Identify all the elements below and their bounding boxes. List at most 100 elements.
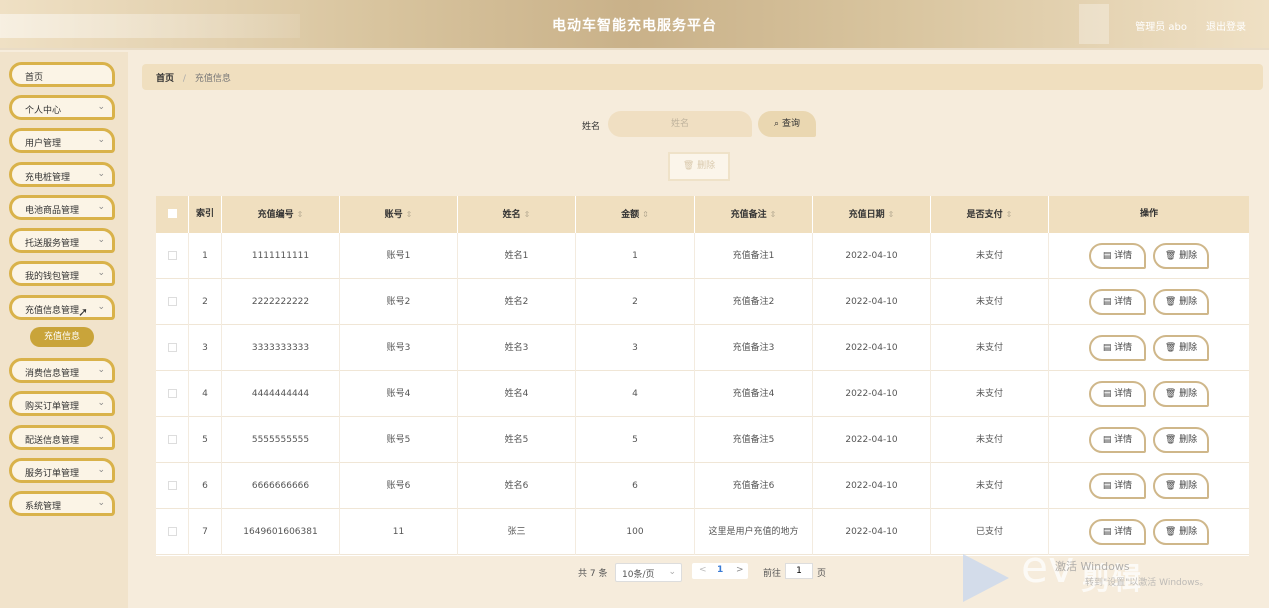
col-account-label: 账号 bbox=[384, 210, 403, 220]
detail-button[interactable]: ▤ 详情 bbox=[1089, 473, 1146, 499]
cell-amount: 3 bbox=[576, 325, 695, 371]
col-date[interactable]: 充值日期 ⇕ bbox=[813, 196, 931, 233]
page-number-current[interactable]: 1 bbox=[717, 565, 723, 575]
sidebar-item-label: 电池商品管理 bbox=[25, 206, 80, 216]
row-checkbox[interactable] bbox=[167, 343, 177, 352]
sidebar-subitem-recharge-info[interactable]: 充值信息 bbox=[30, 327, 94, 347]
detail-button[interactable]: ▤ 详情 bbox=[1089, 289, 1146, 315]
cell-account: 账号5 bbox=[340, 417, 458, 463]
cell-name: 姓名5 bbox=[458, 417, 576, 463]
chevron-down-icon: ⌄ bbox=[97, 398, 105, 408]
detail-button[interactable]: ▤ 详情 bbox=[1089, 335, 1146, 361]
sidebar-item-recharge[interactable]: 充值信息管理 ⌄ bbox=[9, 295, 115, 320]
app-title: 电动车智能充电服务平台 bbox=[552, 18, 717, 34]
delete-button[interactable]: 🗑 删除 bbox=[1153, 381, 1209, 407]
detail-button[interactable]: ▤ 详情 bbox=[1089, 381, 1146, 407]
table-row: 4 4444444444 账号4 姓名4 4 充值备注4 2022-04-10 未支付 ▤ 详情… bbox=[156, 371, 1249, 417]
select-all-checkbox[interactable] bbox=[167, 209, 177, 218]
search-button[interactable]: ⌕ 查询 bbox=[758, 111, 816, 137]
col-note[interactable]: 充值备注 ⇕ bbox=[695, 196, 813, 233]
sort-icon[interactable]: ⇕ bbox=[406, 210, 413, 219]
sidebar-item-delivery-service[interactable]: 托送服务管理 ⌄ bbox=[9, 228, 115, 253]
cell-name: 姓名1 bbox=[458, 233, 576, 279]
row-select-cell bbox=[156, 509, 189, 555]
sidebar-item-wallet[interactable]: 我的钱包管理 ⌄ bbox=[9, 261, 115, 286]
row-select-cell bbox=[156, 371, 189, 417]
search-label: 姓名 bbox=[582, 122, 601, 132]
col-date-label: 充值日期 bbox=[848, 210, 885, 220]
chevron-down-icon: ⌄ bbox=[97, 498, 105, 508]
sort-icon[interactable]: ⇕ bbox=[770, 210, 777, 219]
cell-name: 姓名4 bbox=[458, 371, 576, 417]
delete-button[interactable]: 🗑 删除 bbox=[1153, 473, 1209, 499]
prev-page-button[interactable]: < bbox=[699, 565, 707, 575]
sidebar-item-home[interactable]: 首页 bbox=[9, 62, 115, 87]
sort-icon[interactable]: ⇕ bbox=[1006, 210, 1013, 219]
sidebar-item-system[interactable]: 系统管理 ⌄ bbox=[9, 491, 115, 516]
cell-paid: 未支付 bbox=[931, 371, 1049, 417]
sort-icon[interactable]: ⇕ bbox=[642, 210, 649, 219]
sidebar-item-profile[interactable]: 个人中心 ⌄ bbox=[9, 95, 115, 120]
cell-index: 7 bbox=[189, 509, 222, 555]
delete-button[interactable]: 🗑 删除 bbox=[1153, 427, 1209, 453]
cell-code: 1649601606381 bbox=[222, 509, 340, 555]
goto-page-input[interactable] bbox=[785, 563, 813, 579]
delete-button[interactable]: 🗑 删除 bbox=[1153, 289, 1209, 315]
detail-button[interactable]: ▤ 详情 bbox=[1089, 519, 1146, 545]
chevron-down-icon: ⌄ bbox=[97, 235, 105, 245]
cell-code: 6666666666 bbox=[222, 463, 340, 509]
logout-link[interactable]: 退出登录 bbox=[1206, 18, 1246, 33]
cell-note: 充值备注2 bbox=[695, 279, 813, 325]
row-checkbox[interactable] bbox=[167, 389, 177, 398]
row-checkbox[interactable] bbox=[167, 251, 177, 260]
sidebar-item-label: 消费信息管理 bbox=[25, 369, 80, 379]
row-checkbox[interactable] bbox=[167, 435, 177, 444]
cell-paid: 未支付 bbox=[931, 463, 1049, 509]
batch-delete-button[interactable]: 🗑 删除 bbox=[668, 152, 730, 181]
cell-account: 账号3 bbox=[340, 325, 458, 371]
cell-date: 2022-04-10 bbox=[813, 509, 931, 555]
delete-button[interactable]: 🗑 删除 bbox=[1153, 519, 1209, 545]
col-note-label: 充值备注 bbox=[730, 210, 767, 220]
sidebar-item-consumption[interactable]: 消费信息管理 ⌄ bbox=[9, 358, 115, 383]
sidebar-item-delivery-info[interactable]: 配送信息管理 ⌄ bbox=[9, 425, 115, 450]
search-input[interactable] bbox=[608, 111, 752, 137]
sidebar-item-battery-products[interactable]: 电池商品管理 ⌄ bbox=[9, 195, 115, 220]
sort-icon[interactable]: ⇕ bbox=[888, 210, 895, 219]
chevron-down-icon: ⌄ bbox=[97, 465, 105, 475]
cell-note: 这里是用户充值的地方 bbox=[695, 509, 813, 555]
detail-button[interactable]: ▤ 详情 bbox=[1089, 427, 1146, 453]
next-page-button[interactable]: > bbox=[736, 565, 744, 575]
row-checkbox[interactable] bbox=[167, 527, 177, 536]
page-size-value: 10条/页 bbox=[622, 570, 655, 580]
sidebar-item-label: 个人中心 bbox=[25, 106, 62, 116]
row-checkbox[interactable] bbox=[167, 297, 177, 306]
cell-index: 3 bbox=[189, 325, 222, 371]
cell-name: 张三 bbox=[458, 509, 576, 555]
cell-index: 6 bbox=[189, 463, 222, 509]
sidebar-item-chargers[interactable]: 充电桩管理 ⌄ bbox=[9, 162, 115, 187]
sidebar-item-users[interactable]: 用户管理 ⌄ bbox=[9, 128, 115, 153]
col-name[interactable]: 姓名 ⇕ bbox=[458, 196, 576, 233]
cell-note: 充值备注5 bbox=[695, 417, 813, 463]
cell-date: 2022-04-10 bbox=[813, 279, 931, 325]
col-paid[interactable]: 是否支付 ⇕ bbox=[931, 196, 1049, 233]
sort-icon[interactable]: ⇕ bbox=[297, 210, 304, 219]
table-row: 5 5555555555 账号5 姓名5 5 充值备注5 2022-04-10 未支付 ▤ 详情… bbox=[156, 417, 1249, 463]
sidebar-item-purchase-orders[interactable]: 购买订单管理 ⌄ bbox=[9, 391, 115, 416]
breadcrumb-home[interactable]: 首页 bbox=[156, 74, 174, 84]
cell-date: 2022-04-10 bbox=[813, 325, 931, 371]
cell-date: 2022-04-10 bbox=[813, 417, 931, 463]
sort-icon[interactable]: ⇕ bbox=[524, 210, 531, 219]
row-checkbox[interactable] bbox=[167, 481, 177, 490]
detail-button[interactable]: ▤ 详情 bbox=[1089, 243, 1146, 269]
cell-date: 2022-04-10 bbox=[813, 233, 931, 279]
sidebar-item-service-orders[interactable]: 服务订单管理 ⌄ bbox=[9, 458, 115, 483]
col-code[interactable]: 充值编号 ⇕ bbox=[222, 196, 340, 233]
cell-ops: ▤ 详情 🗑 删除 bbox=[1049, 325, 1249, 371]
col-account[interactable]: 账号 ⇕ bbox=[340, 196, 458, 233]
delete-button[interactable]: 🗑 删除 bbox=[1153, 243, 1209, 269]
delete-button[interactable]: 🗑 删除 bbox=[1153, 335, 1209, 361]
col-amount[interactable]: 金额 ⇕ bbox=[576, 196, 695, 233]
page-size-select[interactable]: 10条/页 ⌄ bbox=[615, 563, 682, 582]
